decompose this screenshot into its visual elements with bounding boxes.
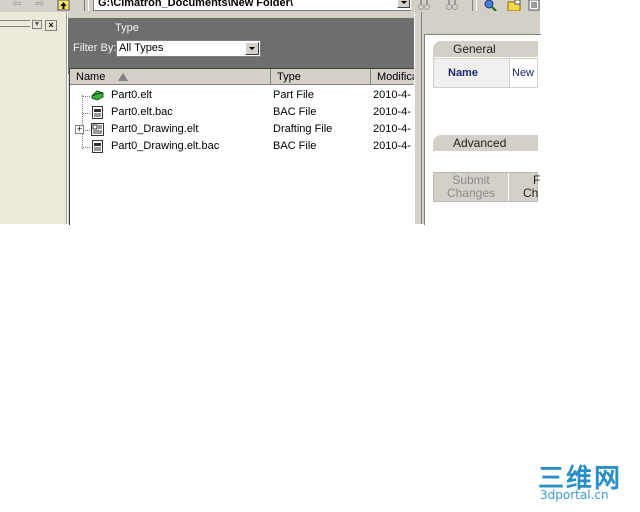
chevron-down-icon[interactable]: ▼	[32, 20, 42, 29]
file-list[interactable]: Name Type Modifica Part0.elt Part File 2…	[69, 68, 414, 225]
file-modified: 2010-4-	[373, 89, 411, 101]
file-name: Part0.elt.bac	[111, 106, 173, 118]
drafting-file-icon	[91, 123, 104, 136]
chevron-down-icon[interactable]	[245, 42, 259, 55]
file-type: BAC File	[273, 140, 317, 152]
watermark-en: 3dportal.cn	[540, 488, 609, 502]
close-icon[interactable]: ×	[45, 20, 57, 31]
left-dock-panel: ▼ ×	[0, 12, 67, 224]
filter-bar: Type Filter By: All Types	[68, 18, 414, 74]
list-header: Name Type Modifica	[70, 69, 414, 85]
section-advanced[interactable]: Advanced	[433, 135, 538, 151]
sort-ascending-icon	[118, 73, 128, 81]
path-text: G:\Cimatron_Documents\New Folder\	[98, 0, 293, 9]
file-browser: Type Filter By: All Types Name Type Modi…	[68, 12, 414, 225]
file-type: Drafting File	[273, 123, 333, 135]
file-modified: 2010-4-	[373, 123, 411, 135]
table-row[interactable]: + Part0_Drawing.elt Drafting File 2010-4…	[70, 121, 414, 138]
binoculars-icon[interactable]	[417, 0, 431, 11]
section-general-label: General	[453, 42, 496, 56]
tree-line	[83, 147, 90, 148]
properties-panel: General Name New Advanced Submit Changes…	[422, 12, 541, 225]
discard-changes-button[interactable]: F Ch	[511, 173, 541, 201]
column-header-label: Type	[277, 71, 301, 83]
arrow-left-icon[interactable]: ⇦	[10, 0, 24, 11]
folder-up-icon[interactable]	[56, 0, 70, 11]
backup-file-icon	[92, 106, 103, 119]
discard-label-line2: Ch	[523, 186, 539, 200]
section-advanced-label: Advanced	[453, 136, 507, 150]
file-modified: 2010-4-	[373, 140, 411, 152]
name-property-row: Name New	[433, 58, 538, 88]
file-name: Part0_Drawing.elt	[111, 123, 199, 135]
file-name: Part0.elt	[111, 89, 152, 101]
section-general[interactable]: General	[433, 41, 538, 57]
part-file-icon	[91, 90, 104, 101]
dock-grip[interactable]	[0, 20, 30, 27]
arrow-right-icon[interactable]: ⇨	[33, 0, 47, 11]
toolbar-separator	[84, 0, 89, 11]
column-header-modified[interactable]: Modifica	[371, 69, 414, 85]
panel-splitter[interactable]	[414, 12, 422, 224]
file-type: BAC File	[273, 106, 317, 118]
name-label: Name	[448, 67, 478, 79]
column-header-label: Name	[76, 71, 106, 83]
table-row[interactable]: Part0.elt.bac BAC File 2010-4-	[70, 104, 414, 121]
watermark-logo: 三维网 3dportal.cn	[538, 458, 634, 502]
tree-line	[83, 96, 90, 97]
path-combobox[interactable]: G:\Cimatron_Documents\New Folder\	[93, 0, 411, 11]
type-label: Type	[115, 22, 139, 34]
tree-line	[83, 113, 90, 114]
name-value-field[interactable]: New	[512, 67, 534, 79]
toolbar: ⇦ ⇨ G:\Cimatron_Documents\New Folder\	[0, 0, 540, 12]
chevron-down-icon[interactable]	[397, 0, 410, 8]
action-row: Submit Changes F Ch	[433, 172, 541, 202]
name-label-cell: Name	[434, 59, 510, 87]
binoculars-next-icon[interactable]	[445, 0, 459, 11]
filter-selected-value: All Types	[119, 42, 164, 54]
toolbar-separator	[472, 0, 477, 11]
expand-icon[interactable]: +	[75, 125, 84, 134]
magnifier-icon[interactable]	[482, 0, 498, 12]
column-header-type[interactable]: Type	[271, 69, 371, 85]
views-icon[interactable]	[528, 0, 540, 11]
backup-file-icon	[92, 140, 103, 153]
submit-label-line2: Changes	[446, 186, 496, 200]
column-header-label: Modifica	[377, 71, 414, 83]
filter-type-select[interactable]: All Types	[116, 40, 261, 57]
table-row[interactable]: Part0_Drawing.elt.bac BAC File 2010-4-	[70, 138, 414, 155]
file-modified: 2010-4-	[373, 106, 411, 118]
submit-changes-button[interactable]: Submit Changes	[434, 173, 509, 201]
file-type: Part File	[273, 89, 314, 101]
column-header-name[interactable]: Name	[70, 69, 271, 85]
tree-line	[85, 130, 90, 131]
filter-label: Filter By:	[73, 42, 117, 54]
table-row[interactable]: Part0.elt Part File 2010-4-	[70, 87, 414, 104]
new-folder-icon[interactable]	[506, 0, 522, 12]
file-name: Part0_Drawing.elt.bac	[111, 140, 220, 152]
